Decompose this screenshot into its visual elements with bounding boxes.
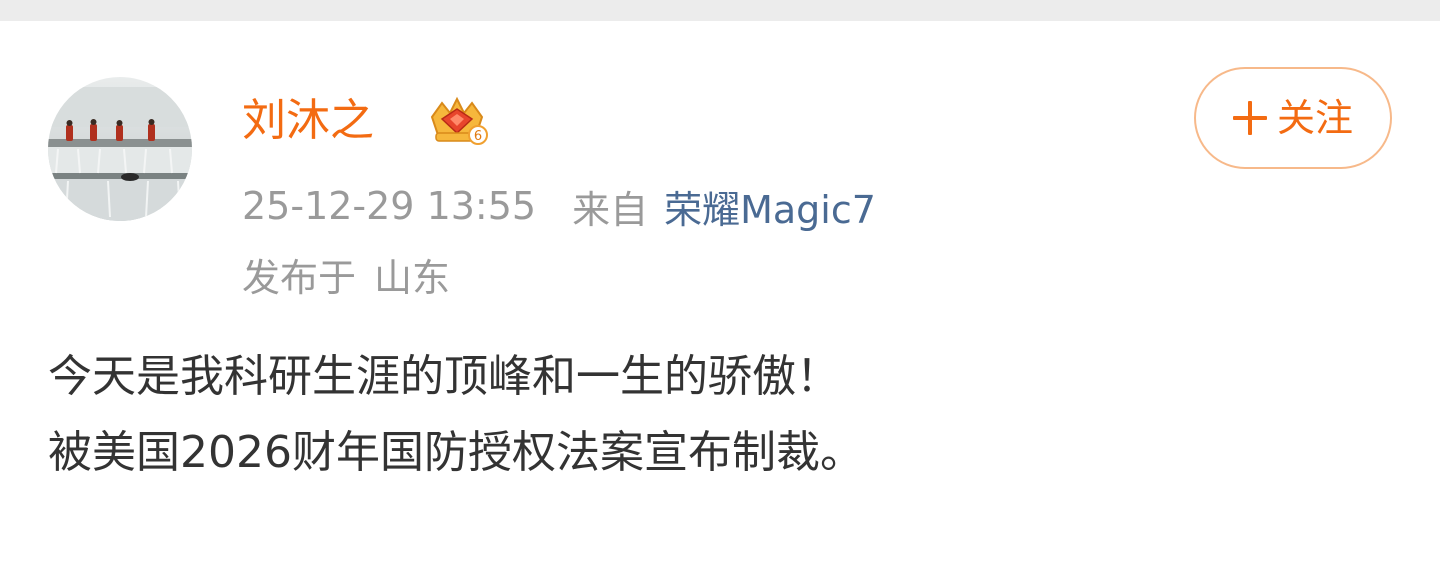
- post-timestamp: 25-12-29 13:55: [242, 184, 537, 228]
- source-prefix: 来自: [572, 187, 649, 232]
- vip-crown-badge-icon[interactable]: 6: [424, 95, 490, 147]
- post-location: 发布于 山东: [242, 249, 451, 300]
- svg-text:6: 6: [474, 129, 482, 144]
- location-prefix: 发布于: [242, 255, 357, 300]
- weibo-post-card: 刘沐之 6 关注 25-12-29 13:55 来自 荣耀Magic7 发布于 …: [0, 21, 1440, 581]
- location-name: 山东: [374, 255, 451, 300]
- follow-button[interactable]: 关注: [1194, 67, 1392, 169]
- top-separator: [0, 0, 1440, 21]
- avatar[interactable]: [48, 77, 192, 221]
- follow-button-label: 关注: [1276, 96, 1353, 140]
- source-device-link[interactable]: 荣耀Magic7: [664, 179, 876, 234]
- post-text-line: 今天是我科研生涯的顶峰和一生的骄傲！: [48, 351, 840, 402]
- post-meta: 25-12-29 13:55 来自 荣耀Magic7: [242, 179, 876, 234]
- username[interactable]: 刘沐之: [242, 93, 374, 149]
- post-text-line: 被美国2026财年国防授权法案宣布制裁。: [48, 427, 864, 478]
- plus-icon: [1232, 101, 1267, 135]
- avatar-image: [48, 77, 192, 221]
- post-content: 今天是我科研生涯的顶峰和一生的骄傲！ 被美国2026财年国防授权法案宣布制裁。: [48, 339, 1388, 491]
